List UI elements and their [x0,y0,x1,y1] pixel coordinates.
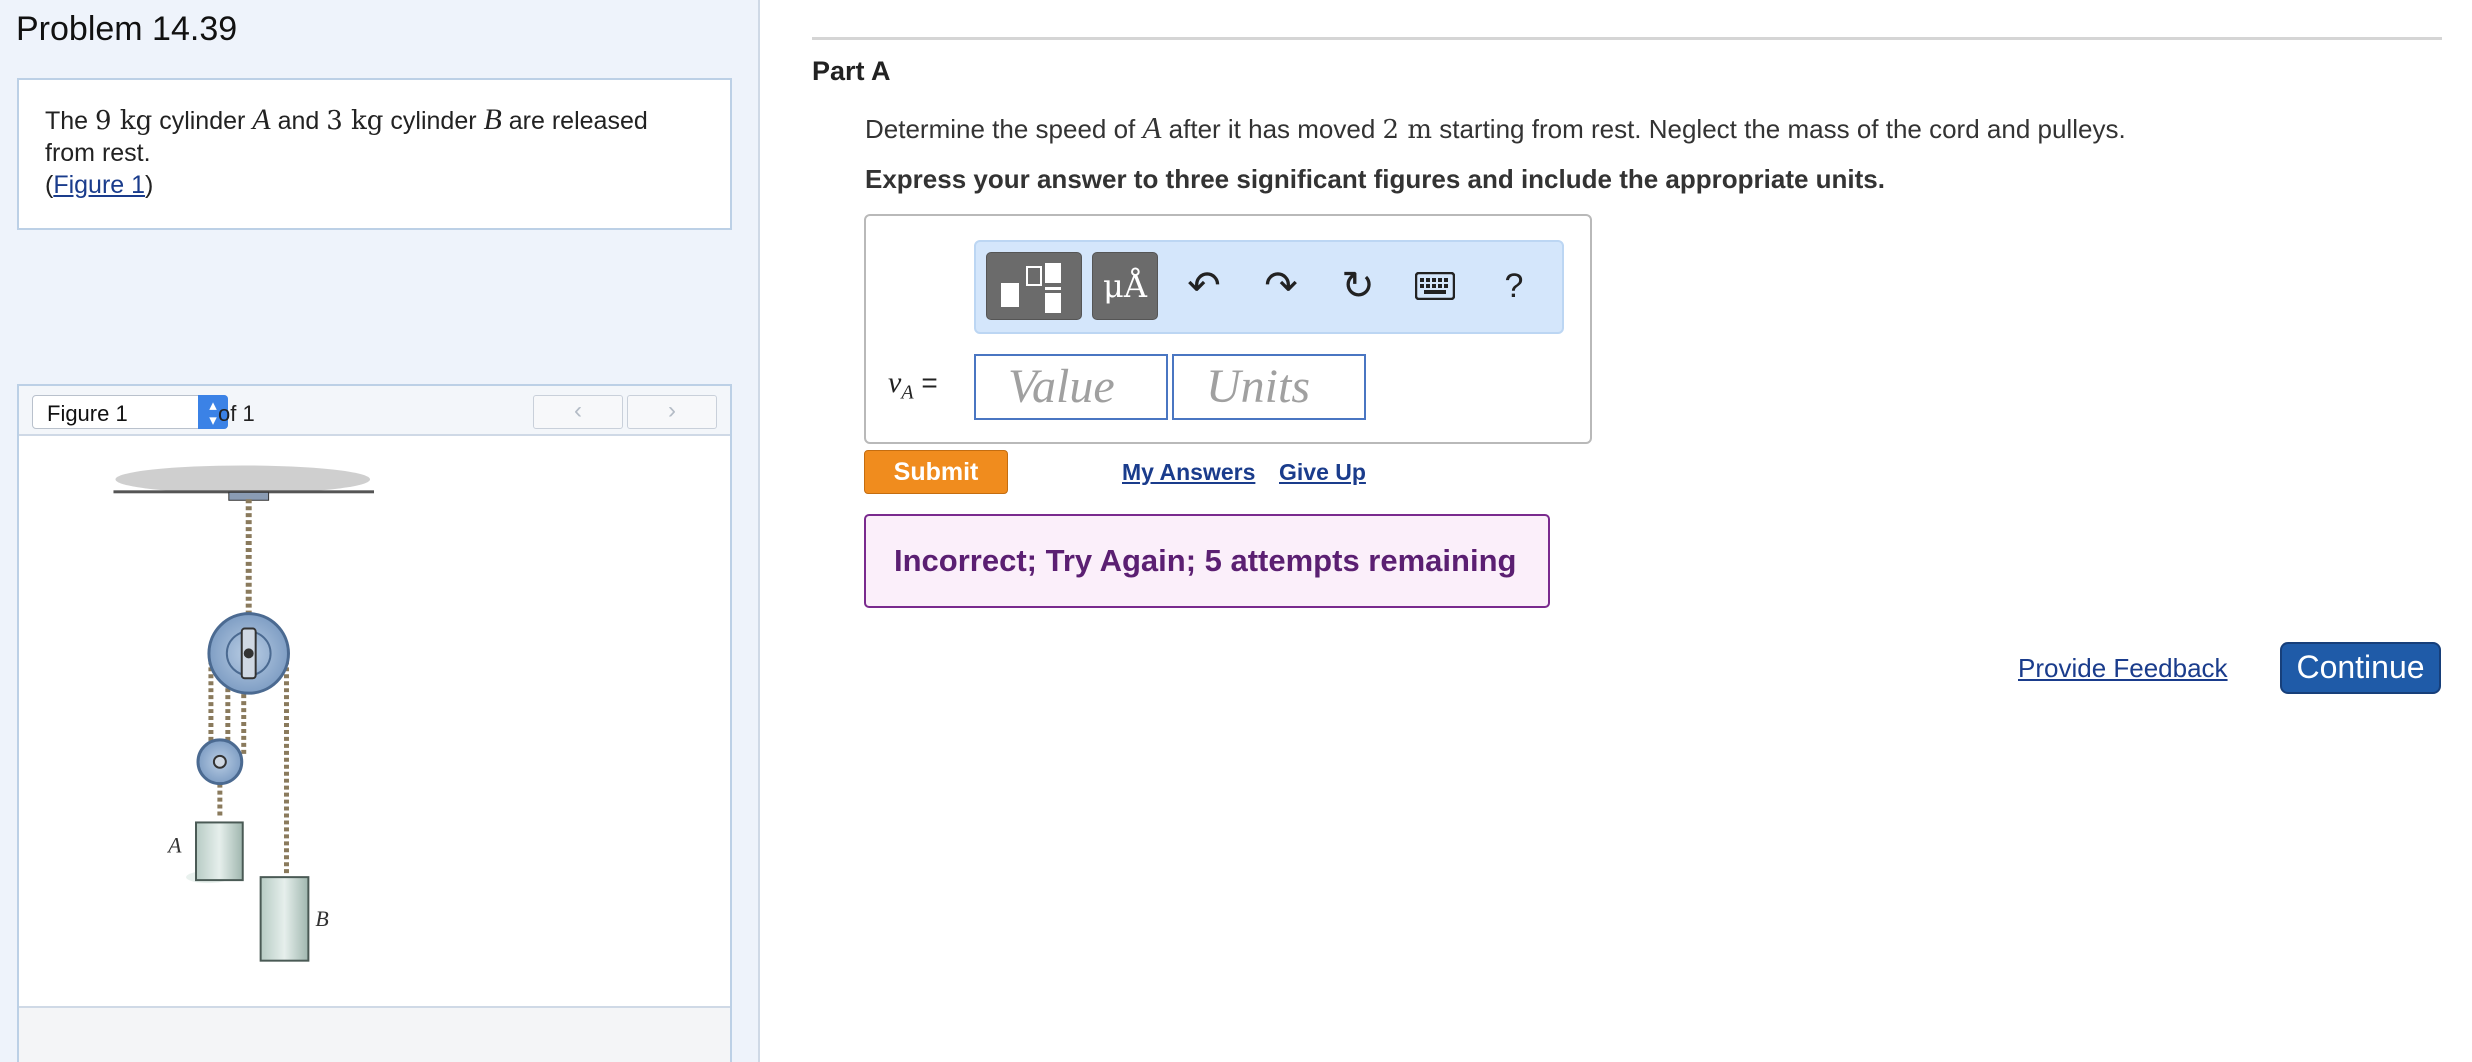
statement-text: are released [501,107,648,135]
cylinder-b [259,876,310,962]
feedback-message: Incorrect; Try Again; 5 attempts remaini… [864,514,1550,608]
chevron-left-icon: ‹ [574,397,582,424]
give-up-link[interactable]: Give Up [1279,459,1366,486]
redo-button[interactable]: ↷ [1251,256,1311,316]
figure-footer [19,1006,730,1062]
statement-text: from rest. [45,139,151,167]
continue-button[interactable]: Continue [2280,642,2441,694]
figure-select-value: Figure 1 [47,401,128,426]
math-toolbar: μÅ ↶ ↷ ↻ ? [974,240,1564,334]
paren: ) [145,171,154,199]
ceiling [115,465,371,494]
problem-panel: Problem 14.39 The 9 kg cylinder A and 3 … [0,0,760,1062]
my-answers-link[interactable]: My Answers [1122,459,1255,486]
problem-title: Problem 14.39 [16,10,238,48]
keyboard-button[interactable] [1405,256,1465,316]
divider [812,37,2442,40]
figure-count: of 1 [218,401,255,426]
statement-text: cylinder [383,107,484,135]
answer-variable: vA = [888,366,938,405]
statement-text: and [270,107,327,135]
label-b: B [315,907,328,931]
cylinder-a [195,821,244,882]
help-button[interactable]: ? [1484,256,1544,316]
mass-b: 3 kg [326,106,384,136]
answer-box: μÅ ↶ ↷ ↻ ? vA = Value Units [864,214,1592,444]
pulley-figure: A B [113,465,375,962]
reset-button[interactable]: ↻ [1328,256,1388,316]
templates-icon [1001,263,1061,313]
units-input[interactable]: Units [1172,354,1366,420]
cylinder-b-symbol: B [483,103,502,136]
question-segment: starting from rest. Neglect the mass of … [1432,114,2126,144]
question-text: Determine the speed of A after it has mo… [865,110,2126,146]
distance-value: 2 m [1382,115,1433,145]
units-button[interactable]: μÅ [1092,252,1158,320]
keyboard-icon [1414,271,1456,301]
cylinder-a-symbol: A [1142,110,1162,145]
question-segment: Determine the speed of [865,114,1143,144]
submit-button[interactable]: Submit [864,450,1008,494]
undo-button[interactable]: ↶ [1174,256,1234,316]
figure-select[interactable]: Figure 1 ▴ ▾ [32,395,228,429]
redo-icon: ↷ [1264,264,1298,308]
chevron-right-icon: › [668,397,676,424]
variable-symbol: v [888,366,902,399]
value-input[interactable]: Value [974,354,1168,420]
provide-feedback-link[interactable]: Provide Feedback [2018,653,2228,684]
instruction-text: Express your answer to three significant… [865,164,1885,194]
undo-icon: ↶ [1187,264,1221,308]
figure-viewer: Figure 1 ▴ ▾ of 1 ‹ › A B [17,384,732,1062]
cylinder-a-symbol: A [252,103,271,136]
figure-link[interactable]: Figure 1 [53,171,145,199]
question-segment: after it has moved [1161,114,1383,144]
problem-statement: The 9 kg cylinder A and 3 kg cylinder B … [17,78,732,230]
figure-toolbar: Figure 1 ▴ ▾ of 1 ‹ › [19,386,730,436]
statement-text: The [45,107,96,135]
next-figure-button[interactable]: › [627,395,717,429]
label-a: A [166,833,182,857]
mass-a: 9 kg [95,106,153,136]
prev-figure-button[interactable]: ‹ [533,395,623,429]
statement-text: cylinder [152,107,253,135]
reset-icon: ↻ [1341,264,1375,308]
part-title: Part A [812,56,891,86]
templates-button[interactable] [986,252,1082,320]
variable-subscript: A [901,381,914,404]
equals-sign: = [921,367,938,398]
